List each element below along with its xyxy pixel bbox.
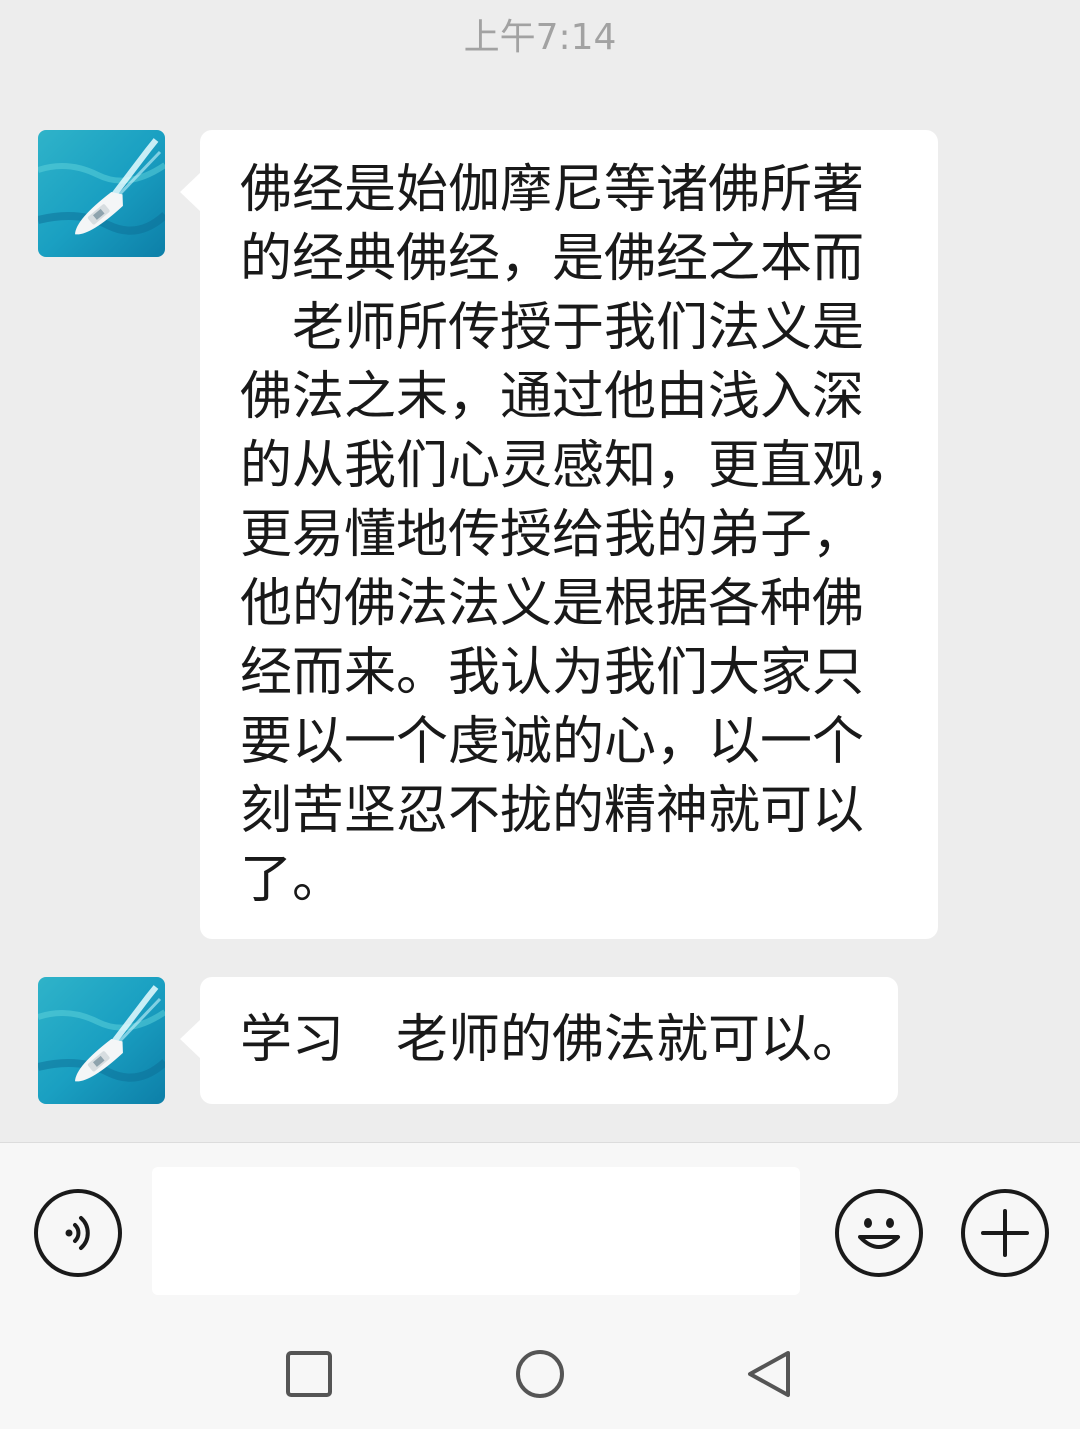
message-bubble[interactable]: 学习 老师的佛法就可以。	[180, 977, 898, 1104]
sender-avatar[interactable]	[38, 130, 165, 257]
message-line: 学习 老师的佛法就可以。	[240, 1010, 865, 1070]
message-line: 佛法之末，通过他由浅入深	[240, 367, 865, 427]
sender-avatar[interactable]	[38, 977, 165, 1104]
message-timestamp: 上午7:14	[463, 17, 617, 58]
message-bubble[interactable]: 佛经是始伽摩尼等诸佛所著 的经典佛经，是佛经之本而 老师所传授于我们法义是 佛法…	[180, 130, 938, 939]
circle-icon	[516, 1350, 564, 1398]
message-line: 的从我们心灵感知，更直观，	[240, 436, 917, 496]
message-line: 佛经是始伽摩尼等诸佛所著	[240, 160, 865, 220]
message-line: 刻苦坚忍不拢的精神就可以	[240, 781, 865, 841]
boat-on-sea-avatar-image	[38, 977, 165, 1104]
message-line: 更易懂地传授给我的弟子，	[240, 505, 865, 565]
square-icon	[286, 1351, 332, 1397]
system-navigation-bar	[0, 1318, 1080, 1429]
more-actions-button[interactable]	[961, 1189, 1049, 1277]
plus-icon	[981, 1209, 1029, 1257]
message-line: 了。	[240, 850, 345, 910]
boat-on-sea-avatar-image	[38, 130, 165, 257]
message-input[interactable]	[152, 1167, 800, 1295]
recent-apps-button[interactable]	[283, 1348, 335, 1400]
voice-input-button[interactable]	[34, 1189, 122, 1277]
emoji-button[interactable]	[835, 1189, 923, 1277]
message-line: 老师所传授于我们法义是	[240, 298, 865, 358]
back-button[interactable]	[744, 1348, 796, 1400]
message-line: 他的佛法法义是根据各种佛	[240, 574, 865, 634]
voice-wave-icon	[65, 1216, 90, 1250]
triangle-back-icon	[748, 1351, 790, 1397]
message-composer	[0, 1142, 1080, 1318]
home-button[interactable]	[514, 1348, 566, 1400]
smiley-face-icon	[858, 1218, 900, 1249]
message-line: 的经典佛经，是佛经之本而	[240, 229, 865, 289]
message-line: 经而来。我认为我们大家只	[240, 643, 865, 703]
message-line: 要以一个虔诚的心，以一个	[240, 712, 865, 772]
